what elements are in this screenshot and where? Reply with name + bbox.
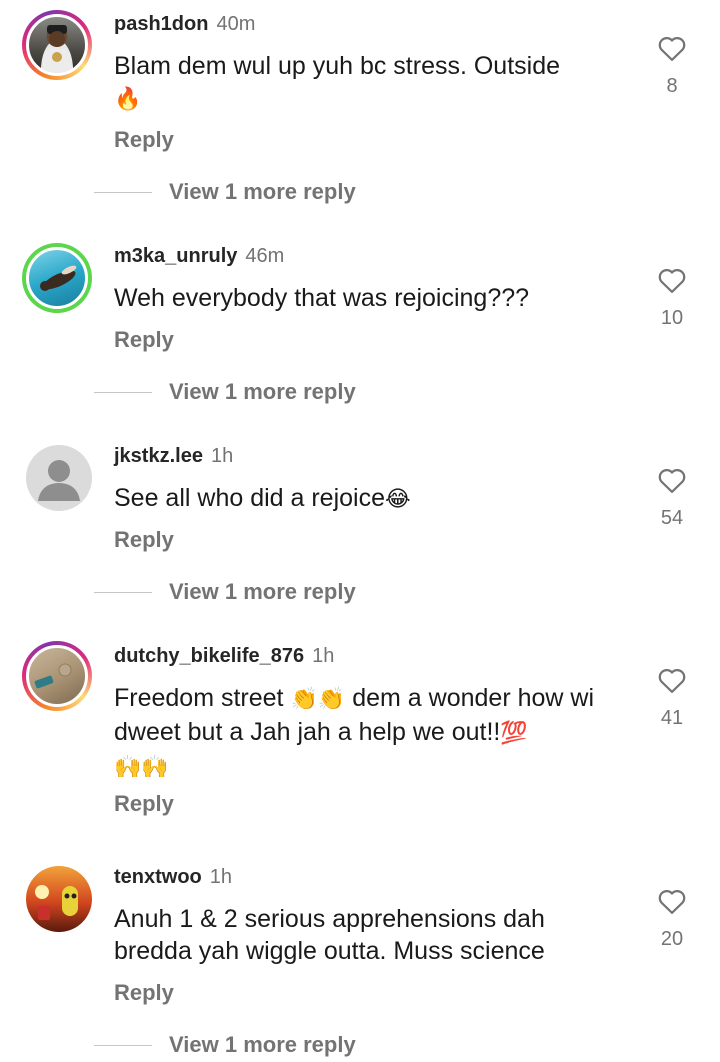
like-group: 41 [648,666,696,730]
hundred-emoji: 💯 [500,721,528,746]
comment-text-body: Anuh 1 & 2 serious apprehensions dah bre… [114,905,545,965]
timestamp: 1h [312,645,335,667]
avatar-figure-icon [34,663,72,689]
comment-text-body: Freedom street [114,684,284,712]
comment-meta: pash1don 40m [114,12,255,36]
divider-line [94,191,152,193]
comment-text: Anuh 1 & 2 serious apprehensions dah bre… [114,903,594,967]
username[interactable]: tenxtwoo [114,866,202,888]
avatar-photo [26,247,88,309]
view-replies-label: View 1 more reply [169,379,356,404]
comment-text: See all who did a rejoice😂 [114,482,614,516]
reply-button[interactable]: Reply [114,127,174,153]
divider-line [94,591,152,593]
like-count: 10 [660,307,684,329]
avatar-photo [26,645,88,707]
avatar[interactable] [22,10,92,80]
divider-line [94,391,152,393]
like-count: 8 [666,75,678,97]
reply-button[interactable]: Reply [114,327,174,353]
view-replies-label: View 1 more reply [169,579,356,604]
default-avatar [26,445,92,511]
heart-outline-icon[interactable] [657,887,687,915]
like-group: 54 [648,466,696,530]
view-replies-label: View 1 more reply [169,1032,356,1057]
reply-button[interactable]: Reply [114,791,174,817]
view-replies-button[interactable]: View 1 more reply [94,379,356,405]
username[interactable]: pash1don [114,13,208,35]
comment-text: Weh everybody that was rejoicing??? [114,282,614,314]
comment-text: Freedom street 👏👏 dem a wonder how wi dw… [114,682,614,784]
comment-meta: dutchy_bikelife_876 1h [114,644,334,668]
raised-hands-emoji: 🙌🙌 [114,755,169,780]
heart-outline-icon[interactable] [657,266,687,294]
like-count: 41 [660,707,684,729]
reply-button[interactable]: Reply [114,980,174,1006]
comment-text: Blam dem wul up yuh bc stress. Outside 🔥 [114,50,614,116]
avatar[interactable] [26,866,92,932]
like-count: 54 [660,507,684,529]
divider-line [94,1044,152,1046]
like-count: 20 [660,928,684,950]
comment-text-body: Blam dem wul up yuh bc stress. Outside [114,52,561,80]
fire-emoji: 🔥 [114,87,142,112]
clapping-emoji: 👏👏 [290,687,346,712]
avatar[interactable] [22,641,92,711]
view-replies-button[interactable]: View 1 more reply [94,579,356,605]
view-replies-label: View 1 more reply [169,179,356,204]
avatar-figure-icon [43,25,71,73]
comment-meta: jkstkz.lee 1h [114,444,233,468]
comment-text-body: See all who did a rejoice [114,484,385,512]
heart-outline-icon[interactable] [657,34,687,62]
comment-text-body: Weh everybody that was rejoicing??? [114,284,530,312]
timestamp: 1h [209,866,233,888]
like-group: 8 [648,34,696,98]
comment-meta: tenxtwoo 1h [114,865,232,889]
reply-button[interactable]: Reply [114,527,174,553]
like-group: 10 [648,266,696,330]
username[interactable]: m3ka_unruly [114,245,237,267]
view-replies-button[interactable]: View 1 more reply [94,1032,356,1058]
comment-meta: m3ka_unruly 46m [114,244,284,268]
heart-outline-icon[interactable] [657,466,687,494]
username[interactable]: dutchy_bikelife_876 [114,645,304,667]
avatar[interactable] [22,243,92,313]
like-group: 20 [648,887,696,951]
timestamp: 46m [245,245,285,267]
timestamp: 1h [210,445,234,467]
username[interactable]: jkstkz.lee [114,445,203,467]
view-replies-button[interactable]: View 1 more reply [94,179,356,205]
avatar[interactable] [26,445,92,511]
avatar-figure-icon [35,885,78,920]
avatar-figure-icon [40,265,77,291]
avatar-photo [26,866,92,932]
timestamp: 40m [216,13,256,35]
avatar-photo [26,14,88,76]
laughing-emoji: 😂 [385,487,411,512]
heart-outline-icon[interactable] [657,666,687,694]
person-silhouette-icon [38,460,80,501]
